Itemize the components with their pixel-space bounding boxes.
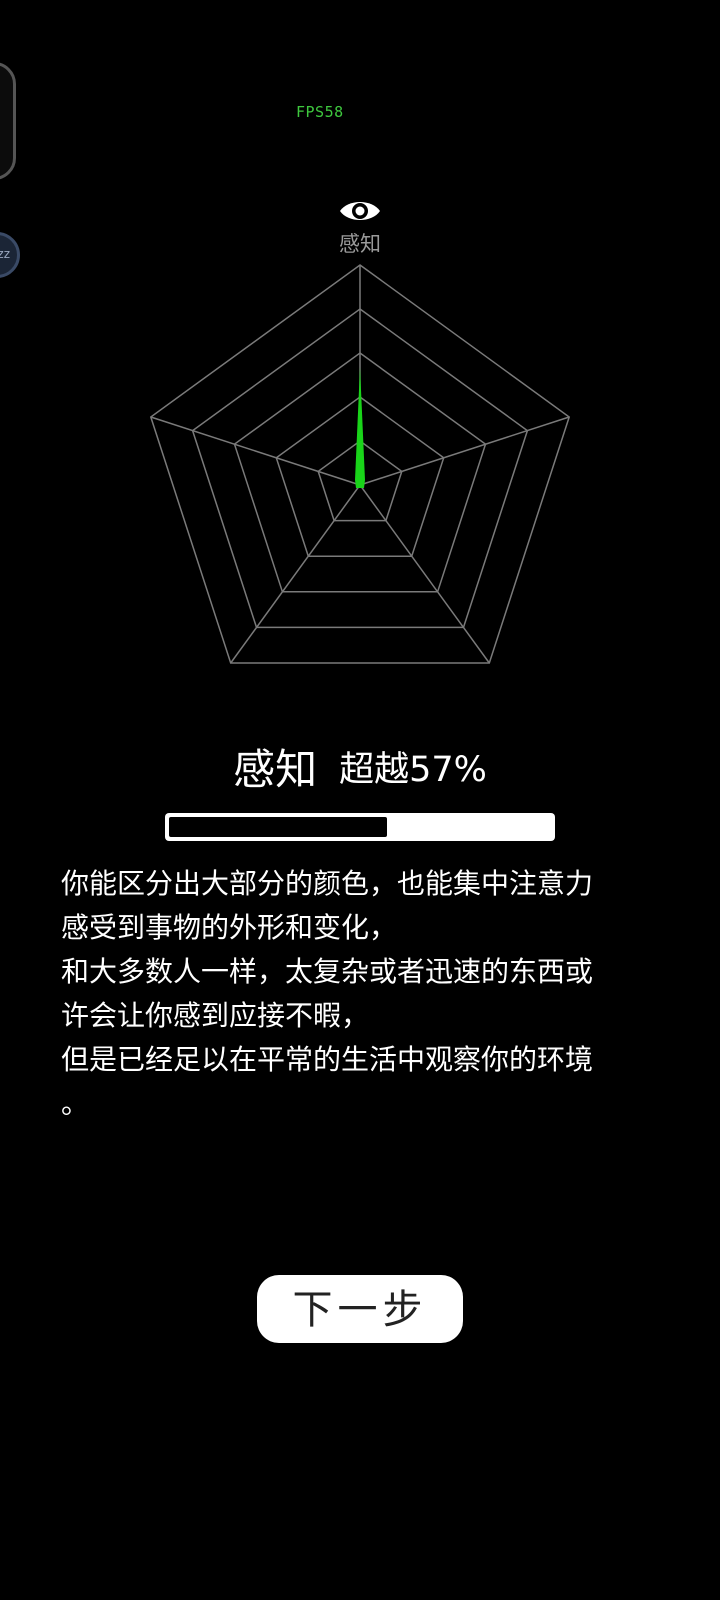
radar-spoke [359, 416, 570, 486]
radar-value-shape [355, 367, 365, 488]
description-line: 许会让你感到应接不暇， [61, 999, 370, 1032]
description-line: 感受到事物的外形和变化， [61, 911, 398, 944]
radar-spoke [359, 484, 490, 664]
result-percentile: 超越57% [339, 750, 487, 790]
next-step-button[interactable]: 下一步 [257, 1275, 463, 1343]
percentile-progress-bar [165, 813, 555, 841]
radar-spoke [150, 416, 361, 486]
description-line: 你能区分出大部分的颜色，也能集中注意力 [61, 867, 594, 900]
description-text: 你能区分出大部分的颜色，也能集中注意力 感受到事物的外形和变化， 和大多数人一样… [61, 862, 641, 1126]
description-line: 。 [61, 1087, 90, 1120]
result-attribute: 感知 [233, 745, 318, 794]
percentile-progress-fill [169, 817, 387, 837]
eye-icon [340, 202, 380, 220]
radar-spoke [230, 484, 361, 664]
description-line: 和大多数人一样，太复杂或者迅速的东西或 [61, 955, 594, 988]
result-title: 感知 超越57% [0, 736, 720, 797]
radar-axis-label: 感知 [339, 232, 381, 256]
description-line: 但是已经足以在平常的生活中观察你的环境 [61, 1043, 594, 1076]
radar-chart [149, 264, 571, 664]
